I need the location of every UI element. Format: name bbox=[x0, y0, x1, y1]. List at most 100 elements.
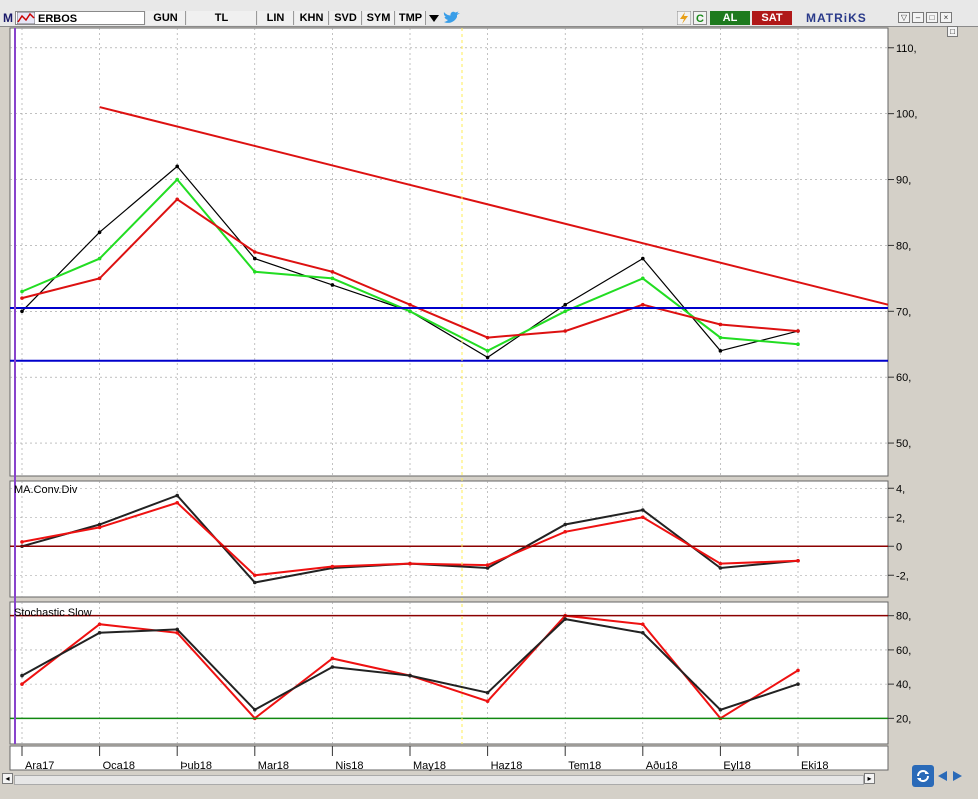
ma-slow-line-point bbox=[408, 302, 412, 307]
macd-line-point bbox=[563, 522, 567, 527]
khn-button[interactable]: KHN bbox=[295, 11, 329, 25]
date-axis-panel bbox=[9, 745, 889, 771]
ma-slow-line-point bbox=[253, 250, 257, 254]
y-tick-label: 100, bbox=[896, 109, 917, 121]
twitter-icon[interactable] bbox=[443, 11, 461, 25]
stochastic-d-line-point bbox=[563, 617, 567, 621]
ma-fast-line-point bbox=[253, 269, 257, 274]
chart-type-icon[interactable] bbox=[17, 12, 35, 24]
macd-signal-line-point bbox=[718, 561, 723, 566]
macd-signal-line-point bbox=[175, 500, 179, 505]
y-tick-label: 20, bbox=[896, 713, 911, 725]
y-tick-label: 80, bbox=[896, 240, 911, 252]
stochastic-panel bbox=[9, 601, 889, 745]
bottom-bar: ◂ ▸ bbox=[0, 765, 978, 799]
stochastic-k-line-point bbox=[641, 622, 645, 627]
dropdown-icon[interactable]: ▽ bbox=[898, 12, 910, 23]
maximize-icon[interactable]: □ bbox=[926, 12, 938, 23]
date-label: Oca18 bbox=[103, 760, 135, 771]
sell-button[interactable]: SAT bbox=[752, 11, 792, 25]
y-tick-label: 50, bbox=[896, 438, 911, 450]
stochastic-k-line-point bbox=[97, 622, 102, 627]
y-tick-label: 60, bbox=[896, 645, 911, 657]
macd-line-point bbox=[253, 580, 257, 585]
chart-area[interactable]: Ara17 Oca18 Þub18 Mar18 Nis18 May18 Haz18 Tem18… bbox=[0, 26, 978, 771]
ma-slow-line-point bbox=[485, 335, 490, 340]
date-label: Eki18 bbox=[801, 760, 829, 771]
linear-scale-button[interactable]: LIN bbox=[258, 11, 294, 25]
tmp-button[interactable]: TMP bbox=[396, 11, 426, 25]
y-tick-label: 90, bbox=[896, 175, 911, 187]
macd-signal-line-point bbox=[796, 558, 800, 563]
ma-fast-line-point bbox=[20, 289, 24, 294]
ma-slow-line-point bbox=[330, 269, 335, 274]
ma-fast-line-point bbox=[175, 177, 179, 182]
ma-fast-line-point bbox=[485, 349, 490, 353]
price-series-line-point bbox=[718, 349, 723, 353]
sync-icon[interactable] bbox=[912, 765, 934, 787]
macd-signal-line-point bbox=[97, 525, 102, 530]
y-tick-label: 4, bbox=[896, 483, 905, 495]
scroll-right-icon[interactable]: ▸ bbox=[864, 773, 875, 784]
macd-signal-line-point bbox=[485, 563, 490, 567]
lightning-icon[interactable] bbox=[677, 11, 691, 25]
stochastic-d-line-point bbox=[97, 630, 102, 635]
date-label: Aðu18 bbox=[646, 760, 678, 771]
y-tick-label: 70, bbox=[896, 306, 911, 318]
macd-line-point bbox=[718, 566, 723, 570]
stochastic-d-line-point bbox=[641, 630, 645, 635]
macd-signal-line-point bbox=[641, 515, 645, 520]
y-tick-label: 80, bbox=[896, 611, 911, 623]
macd-signal-line-point bbox=[20, 540, 24, 544]
period-button[interactable]: GUN bbox=[146, 11, 186, 25]
date-label: Mar18 bbox=[258, 760, 289, 771]
sym-button[interactable]: SYM bbox=[363, 11, 395, 25]
price-series-line-point bbox=[175, 164, 179, 169]
price-series-line-point bbox=[253, 256, 257, 261]
minimize-icon[interactable]: – bbox=[912, 12, 924, 23]
ma-fast-line-point bbox=[330, 276, 335, 281]
macd-signal-line-point bbox=[253, 573, 257, 578]
price-series-line-point bbox=[641, 256, 645, 261]
macd-title: MA.Conv.Div bbox=[14, 484, 78, 496]
ma-slow-line-point bbox=[641, 302, 645, 307]
y-tick-label: 0 bbox=[896, 541, 902, 553]
horizontal-scrollbar[interactable] bbox=[14, 775, 864, 785]
price-series-line-point bbox=[563, 302, 567, 307]
macd-line-point bbox=[175, 493, 179, 498]
stochastic-k-line-point bbox=[796, 668, 800, 673]
scroll-left-icon[interactable]: ◂ bbox=[2, 773, 13, 784]
macd-signal-line-point bbox=[408, 561, 412, 566]
stochastic-k-line-point bbox=[330, 656, 335, 661]
stochastic-d-line-point bbox=[408, 673, 412, 678]
price-series-line-point bbox=[485, 355, 490, 360]
stochastic-d-line-point bbox=[175, 627, 179, 632]
stochastic-d-line-point bbox=[330, 665, 335, 669]
y-tick-label: 2, bbox=[896, 512, 905, 524]
date-label: May18 bbox=[413, 760, 446, 771]
y-tick-label: 40, bbox=[896, 679, 911, 691]
currency-button[interactable]: TL bbox=[187, 11, 257, 25]
buy-button[interactable]: AL bbox=[710, 11, 750, 25]
price-series-line-point bbox=[330, 283, 335, 287]
stochastic-k-line-point bbox=[485, 699, 490, 704]
price-panel bbox=[9, 27, 889, 477]
svd-button[interactable]: SVD bbox=[330, 11, 362, 25]
date-label: Þub18 bbox=[180, 760, 212, 771]
chevron-down-icon[interactable] bbox=[428, 13, 440, 24]
brand-logo: MATRiKS bbox=[806, 11, 867, 25]
refresh-button[interactable]: C bbox=[693, 11, 707, 25]
price-series-line-point bbox=[20, 309, 24, 314]
macd-line-point bbox=[641, 508, 645, 512]
stochastic-d-line-point bbox=[718, 707, 723, 712]
ma-slow-line-point bbox=[718, 322, 723, 327]
nav-arrows-icon[interactable] bbox=[937, 770, 963, 782]
stochastic-d-line-point bbox=[485, 690, 490, 695]
date-label: Haz18 bbox=[491, 760, 523, 771]
stochastic-d-line-point bbox=[20, 673, 24, 678]
close-icon[interactable]: × bbox=[940, 12, 952, 23]
stochastic-k-line-point bbox=[20, 682, 24, 686]
date-label: Ara17 bbox=[25, 760, 54, 771]
price-series-line-point bbox=[97, 230, 102, 235]
date-label: Tem18 bbox=[568, 760, 601, 771]
